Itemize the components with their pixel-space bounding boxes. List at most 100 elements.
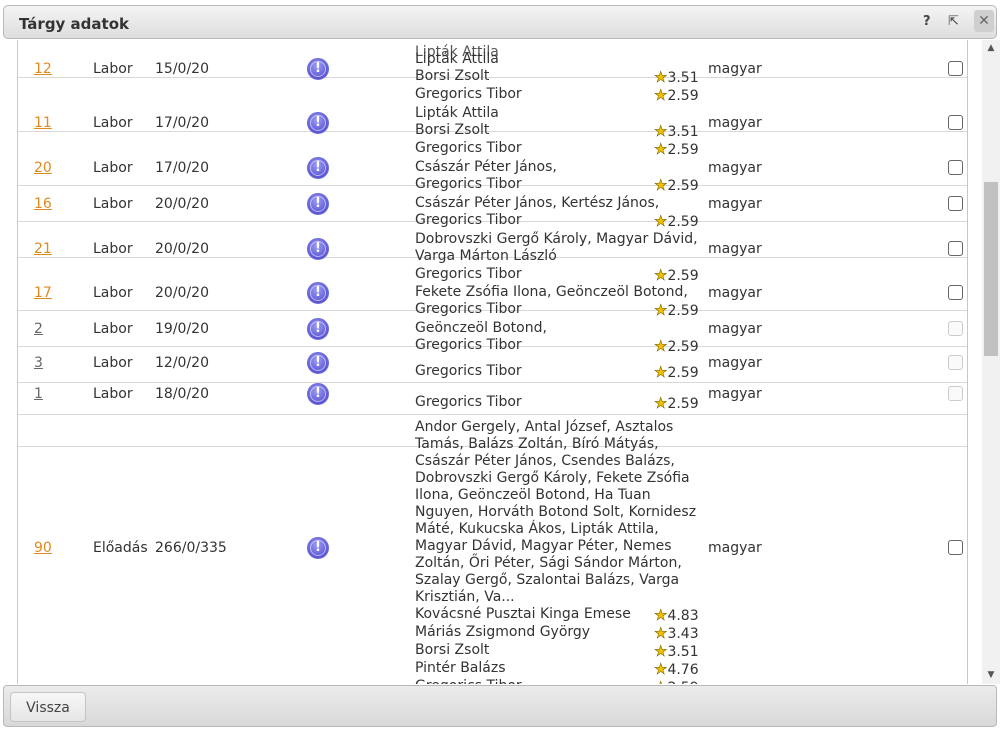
teacher-names: Császár Péter János, Csendes Balázs, bbox=[415, 453, 675, 469]
popout-icon[interactable]: ⇱ bbox=[948, 14, 959, 29]
scroll-down-icon[interactable]: ▼ bbox=[982, 667, 1000, 684]
course-type: Labor bbox=[93, 241, 133, 257]
course-type: Előadás bbox=[93, 540, 148, 556]
star-icon: ★ bbox=[654, 642, 668, 661]
rating-value: 4.76 bbox=[667, 662, 699, 678]
lecturer-name: Gregorics Tibor bbox=[415, 394, 522, 410]
course-language: magyar bbox=[708, 61, 762, 77]
course-language: magyar bbox=[708, 540, 762, 556]
lecturer-rating: ★2.59 bbox=[654, 140, 699, 159]
course-hours: 19/0/20 bbox=[155, 321, 209, 337]
info-icon[interactable] bbox=[307, 537, 329, 559]
lecturer-name: Gregorics Tibor bbox=[415, 140, 522, 156]
course-language: magyar bbox=[708, 196, 762, 212]
dialog-content: Lipták Attila ★ 12Labor15/0/20Lipták Att… bbox=[0, 40, 1000, 684]
lecturer-name: Gregorics Tibor bbox=[415, 176, 522, 192]
star-icon: ★ bbox=[654, 394, 668, 413]
lecturer-name: Gregorics Tibor bbox=[415, 678, 522, 684]
lecturer-rating: ★2.59 bbox=[654, 678, 699, 684]
course-code-link[interactable]: 17 bbox=[34, 285, 52, 301]
info-icon[interactable] bbox=[307, 318, 329, 340]
course-code-link[interactable]: 1 bbox=[34, 386, 43, 402]
lecturer-rating: ★3.51 bbox=[654, 122, 699, 141]
info-icon[interactable] bbox=[307, 157, 329, 179]
teacher-names: Ilona, Geönczeöl Botond, Ha Tuan bbox=[415, 487, 651, 503]
info-icon[interactable] bbox=[307, 282, 329, 304]
select-checkbox[interactable] bbox=[948, 196, 963, 211]
select-checkbox[interactable] bbox=[948, 61, 963, 76]
course-code-link[interactable]: 21 bbox=[34, 241, 52, 257]
teacher-names: Lipták Attila bbox=[415, 105, 499, 121]
lecturer-rating: ★4.76 bbox=[654, 660, 699, 679]
vertical-scrollbar[interactable]: ▲ ▼ bbox=[982, 40, 1000, 684]
star-icon: ★ bbox=[654, 266, 668, 285]
info-icon[interactable] bbox=[307, 383, 329, 405]
help-icon[interactable]: ? bbox=[923, 14, 931, 29]
rating-value: 2.59 bbox=[667, 178, 699, 194]
star-icon: ★ bbox=[654, 624, 668, 643]
course-code-link[interactable]: 3 bbox=[34, 355, 43, 371]
course-type: Labor bbox=[93, 115, 133, 131]
rating-value: 2.59 bbox=[667, 303, 699, 319]
course-type: Labor bbox=[93, 321, 133, 337]
select-checkbox[interactable] bbox=[948, 115, 963, 130]
teacher-names: Lipták Attila bbox=[415, 51, 499, 67]
teacher-names: Máté, Kukucska Ákos, Lipták Attila, bbox=[415, 521, 659, 537]
lecturer-name: Máriás Zsigmond György bbox=[415, 624, 591, 640]
teacher-names: Krisztián, Va... bbox=[415, 589, 515, 605]
rating-value: 2.59 bbox=[667, 142, 699, 158]
course-code-link[interactable]: 20 bbox=[34, 160, 52, 176]
lecturer-rating: ★4.83 bbox=[654, 606, 699, 625]
course-hours: 20/0/20 bbox=[155, 196, 209, 212]
select-checkbox[interactable] bbox=[948, 285, 963, 300]
lecturer-rating: ★2.59 bbox=[654, 176, 699, 195]
course-type: Labor bbox=[93, 61, 133, 77]
courses-table: Lipták Attila ★ 12Labor15/0/20Lipták Att… bbox=[17, 40, 968, 684]
lecturer-rating: ★2.59 bbox=[654, 301, 699, 320]
course-code-link[interactable]: 11 bbox=[34, 115, 52, 131]
course-language: magyar bbox=[708, 386, 762, 402]
course-code-link[interactable]: 2 bbox=[34, 321, 43, 337]
rating-value: 2.59 bbox=[667, 365, 699, 381]
select-checkbox bbox=[948, 355, 963, 370]
info-icon[interactable] bbox=[307, 238, 329, 260]
teacher-names: Geönczeöl Botond, bbox=[415, 320, 547, 336]
course-code-link[interactable]: 16 bbox=[34, 196, 52, 212]
rating-value: 2.59 bbox=[667, 680, 698, 684]
star-icon: ★ bbox=[654, 122, 668, 141]
info-icon[interactable] bbox=[307, 58, 329, 80]
info-icon[interactable] bbox=[307, 193, 329, 215]
close-icon[interactable]: ✕ bbox=[974, 10, 994, 32]
lecturer-rating: ★3.51 bbox=[654, 68, 699, 87]
select-checkbox[interactable] bbox=[948, 160, 963, 175]
table-row: 90 Előadás 266/0/335 Andor Gergely, Antal J… bbox=[18, 419, 967, 684]
teacher-names: Fekete Zsófia Ilona, Geönczeöl Botond, bbox=[415, 284, 688, 300]
rating-value: 2.59 bbox=[667, 268, 699, 284]
lecturer-rating: ★3.43 bbox=[654, 624, 699, 643]
course-code-link[interactable]: 12 bbox=[34, 61, 52, 77]
select-checkbox bbox=[948, 321, 963, 336]
select-checkbox[interactable] bbox=[948, 241, 963, 256]
lecturer-name: Borsi Zsolt bbox=[415, 122, 490, 138]
rating-value: 2.59 bbox=[667, 214, 699, 230]
info-icon[interactable] bbox=[307, 352, 329, 374]
select-checkbox[interactable] bbox=[948, 540, 963, 555]
star-icon: ★ bbox=[654, 140, 668, 159]
back-button[interactable]: Vissza bbox=[10, 692, 86, 722]
teacher-names: Magyar Dávid, Magyar Péter, Nemes bbox=[415, 538, 672, 554]
rating-value: 2.59 bbox=[667, 396, 699, 412]
course-language: magyar bbox=[708, 160, 762, 176]
course-hours: 20/0/20 bbox=[155, 285, 209, 301]
course-code-link[interactable]: 90 bbox=[34, 540, 52, 556]
course-language: magyar bbox=[708, 321, 762, 337]
scroll-up-icon[interactable]: ▲ bbox=[982, 40, 1000, 57]
info-icon[interactable] bbox=[307, 112, 329, 134]
star-icon: ★ bbox=[654, 678, 668, 684]
course-type: Labor bbox=[93, 160, 133, 176]
lecturer-name: Gregorics Tibor bbox=[415, 266, 522, 282]
course-type: Labor bbox=[93, 196, 133, 212]
scrollbar-thumb[interactable] bbox=[984, 182, 998, 356]
dialog-titlebar: Tárgy adatok ? ⇱ ✕ bbox=[3, 5, 997, 39]
teacher-names: Nguyen, Horváth Botond Solt, Kornidesz bbox=[415, 504, 697, 520]
course-type: Labor bbox=[93, 386, 133, 402]
